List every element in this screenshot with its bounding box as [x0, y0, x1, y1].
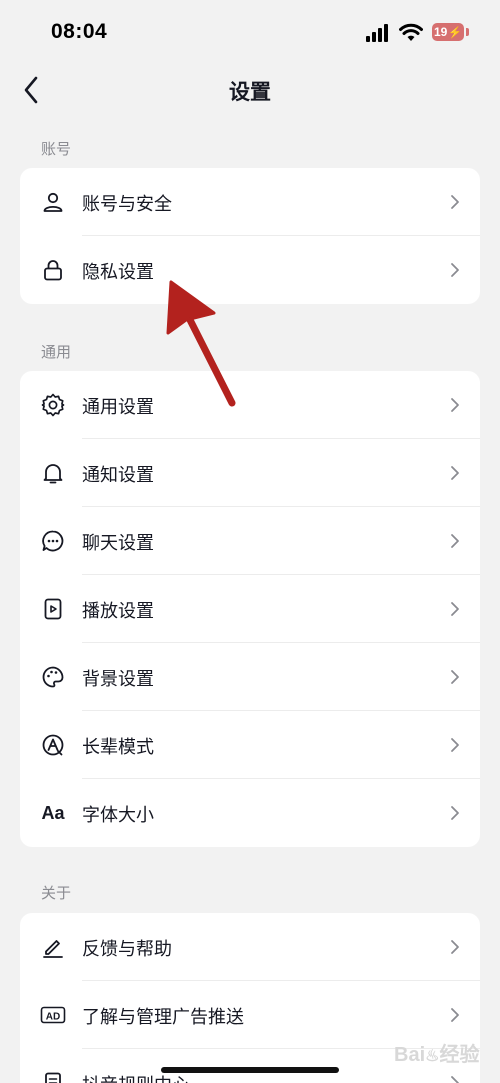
settings-row-account-security[interactable]: 账号与安全: [20, 168, 480, 236]
watermark: Bai♨经验: [394, 1044, 480, 1066]
wifi-icon: [399, 23, 423, 41]
row-label: 了解与管理广告推送: [82, 1007, 244, 1028]
ad-icon-text: AD: [46, 1012, 60, 1023]
play-icon: [40, 596, 66, 622]
chevron-right-icon: [451, 1076, 459, 1083]
battery-icon: 19 ⚡: [432, 23, 464, 41]
chat-bubble-icon: [40, 528, 66, 554]
page-title: 设置: [229, 80, 271, 104]
row-label: 背景设置: [82, 669, 154, 690]
row-label: 播放设置: [82, 601, 154, 622]
section-title-about: 关于: [41, 884, 72, 902]
status-time: 08:04: [51, 20, 108, 43]
settings-row-font-size[interactable]: Aa 字体大小: [20, 779, 480, 847]
row-label: 聊天设置: [82, 533, 154, 554]
ad-icon: AD: [40, 1002, 66, 1028]
row-label: 通用设置: [82, 397, 154, 418]
section-title-general: 通用: [41, 343, 72, 361]
account-card: 账号与安全 隐私设置: [20, 168, 480, 304]
status-bar: 08:04 19 ⚡: [0, 0, 500, 64]
font-size-icon: Aa: [41, 802, 65, 823]
chevron-right-icon: [451, 806, 459, 820]
settings-row-background[interactable]: 背景设置: [20, 643, 480, 711]
chevron-right-icon: [451, 670, 459, 684]
settings-row-elder-mode[interactable]: 长辈模式: [20, 711, 480, 779]
row-label: 隐私设置: [82, 262, 154, 283]
chevron-right-icon: [451, 940, 459, 954]
row-label: 通知设置: [82, 465, 154, 486]
chevron-right-icon: [451, 1008, 459, 1022]
bell-icon: [40, 460, 66, 486]
palette-icon: [40, 664, 66, 690]
chevron-right-icon: [451, 738, 459, 752]
settings-row-notifications[interactable]: 通知设置: [20, 439, 480, 507]
chevron-right-icon: [451, 534, 459, 548]
elder-mode-icon: [40, 732, 66, 758]
nav-bar: 设置: [0, 64, 500, 116]
chevron-right-icon: [451, 263, 459, 277]
row-label: 长辈模式: [82, 737, 154, 758]
cellular-signal-icon: [366, 24, 388, 42]
section-title-account: 账号: [41, 140, 72, 158]
settings-row-general[interactable]: 通用设置: [20, 371, 480, 439]
chevron-right-icon: [451, 398, 459, 412]
general-card: 通用设置 通知设置 聊天设置 播放设置 背景设置 长辈模式 Aa 字体大小: [20, 371, 480, 847]
document-icon: [40, 1070, 66, 1083]
battery-level: 19: [433, 25, 448, 39]
chevron-right-icon: [451, 602, 459, 616]
settings-row-playback[interactable]: 播放设置: [20, 575, 480, 643]
home-indicator[interactable]: [161, 1067, 339, 1073]
row-label: 反馈与帮助: [82, 939, 172, 960]
settings-row-chat[interactable]: 聊天设置: [20, 507, 480, 575]
user-icon: [40, 189, 66, 215]
battery-cap: [466, 28, 469, 36]
settings-row-privacy[interactable]: 隐私设置: [20, 236, 480, 304]
gear-icon: [40, 392, 66, 418]
chevron-right-icon: [451, 466, 459, 480]
lock-icon: [40, 257, 66, 283]
row-label: 字体大小: [82, 805, 154, 826]
chevron-right-icon: [451, 195, 459, 209]
settings-row-feedback[interactable]: 反馈与帮助: [20, 913, 480, 981]
row-label: 账号与安全: [82, 194, 172, 215]
pen-icon: [40, 934, 66, 960]
